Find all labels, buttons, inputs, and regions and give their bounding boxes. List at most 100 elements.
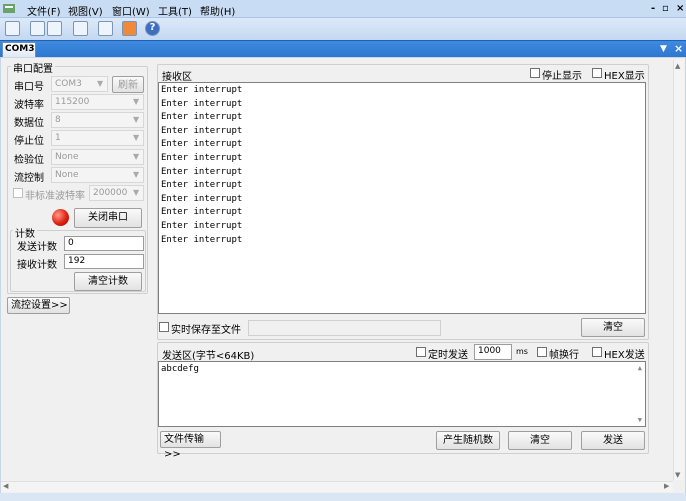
- sent-count-label: 发送计数: [17, 242, 57, 253]
- receive-line: Enter interrupt: [161, 112, 243, 123]
- hex-display-checkbox[interactable]: [592, 68, 602, 78]
- scroll-right-icon[interactable]: ▶: [664, 482, 669, 490]
- nonstd-baud-select[interactable]: 200000 ▼: [89, 185, 144, 201]
- scroll-up-icon[interactable]: ▲: [675, 62, 680, 70]
- serial-config-title: 串口配置: [11, 60, 55, 75]
- tab-com3[interactable]: COM3: [2, 42, 36, 57]
- horizontal-scrollbar[interactable]: [1, 481, 673, 492]
- receive-line: Enter interrupt: [161, 220, 243, 231]
- save-file-path-field[interactable]: [248, 320, 441, 336]
- tab-close-icon[interactable]: ×: [674, 42, 683, 55]
- chevron-down-icon: ▼: [133, 152, 140, 161]
- flow-settings-button[interactable]: 流控设置>>: [7, 297, 70, 314]
- app-icon: [3, 3, 16, 14]
- chevron-down-icon: ▼: [133, 133, 140, 142]
- stop-bits-select[interactable]: 1 ▼: [51, 130, 144, 146]
- flow-value: None: [55, 170, 79, 180]
- receive-line: Enter interrupt: [161, 125, 243, 136]
- receive-line: Enter interrupt: [161, 234, 243, 245]
- upload-icon[interactable]: [122, 21, 137, 36]
- baud-select[interactable]: 115200 ▼: [51, 94, 144, 110]
- chevron-down-icon: ▼: [133, 97, 140, 106]
- send-button[interactable]: 发送: [581, 431, 645, 450]
- restore-button[interactable]: ▫: [662, 3, 669, 14]
- hex-display-label: HEX显示: [604, 71, 645, 82]
- menu-file[interactable]: 文件(F): [27, 3, 61, 18]
- port-select[interactable]: COM3 ▼: [51, 76, 108, 92]
- clear-send-button[interactable]: 清空: [508, 431, 572, 450]
- stop-display-checkbox[interactable]: [530, 68, 540, 78]
- close-port-button[interactable]: 关闭串口: [74, 208, 142, 228]
- refresh-button[interactable]: 刷新: [112, 76, 144, 93]
- tab-dropdown-icon[interactable]: ▼: [660, 44, 667, 54]
- clear-count-button[interactable]: 清空计数: [74, 272, 142, 291]
- parity-label: 检验位: [14, 155, 44, 166]
- nonstd-baud-label: 非标准波特率: [25, 191, 85, 202]
- scroll-left-icon[interactable]: ◀: [3, 482, 8, 490]
- send-textarea[interactable]: abcdefg ▲ ▼: [158, 361, 646, 427]
- timed-send-label: 定时发送: [428, 350, 468, 361]
- new-icon[interactable]: [5, 21, 20, 36]
- chevron-down-icon: ▼: [133, 115, 140, 124]
- timed-send-checkbox[interactable]: [416, 347, 426, 357]
- vertical-scrollbar[interactable]: [673, 60, 684, 480]
- clear-receive-button[interactable]: 清空: [581, 318, 645, 337]
- save-to-file-label: 实时保存至文件: [171, 325, 241, 336]
- tab-bar: COM3 ▼ ×: [0, 40, 686, 57]
- toolbar: ?: [0, 18, 686, 40]
- send-content: abcdefg: [161, 364, 199, 374]
- receive-line: Enter interrupt: [161, 85, 243, 95]
- parity-value: None: [55, 152, 79, 162]
- status-bar: [0, 493, 686, 501]
- hex-send-checkbox[interactable]: [592, 347, 602, 357]
- stop-bits-label: 停止位: [14, 136, 44, 147]
- help-icon[interactable]: ?: [145, 21, 160, 36]
- split-vertical-icon[interactable]: [47, 21, 62, 36]
- file-transfer-button[interactable]: 文件传输>>: [160, 431, 221, 460]
- menu-bar: 文件(F) 视图(V) 窗口(W) 工具(T) 帮助(H) - ▫ ×: [0, 0, 686, 18]
- scroll-down-icon[interactable]: ▼: [638, 416, 642, 424]
- scroll-down-icon[interactable]: ▼: [675, 471, 680, 479]
- parity-select[interactable]: None ▼: [51, 149, 144, 165]
- chevron-down-icon: ▼: [133, 170, 140, 179]
- save-to-file-checkbox[interactable]: [159, 322, 169, 332]
- flow-label: 流控制: [14, 173, 44, 184]
- menu-tools[interactable]: 工具(T): [158, 3, 192, 18]
- send-title: 发送区(字节<64KB): [162, 351, 255, 362]
- receive-textarea[interactable]: Enter interrupt Enter interrupt Enter inte…: [158, 82, 646, 314]
- newline-label: 帧换行: [549, 350, 579, 361]
- tile-icon[interactable]: [98, 21, 113, 36]
- receive-line: Enter interrupt: [161, 139, 243, 150]
- stop-display-label: 停止显示: [542, 71, 582, 82]
- baud-value: 115200: [55, 97, 90, 107]
- data-bits-select[interactable]: 8 ▼: [51, 112, 144, 128]
- scroll-up-icon[interactable]: ▲: [638, 364, 642, 372]
- sent-count-field: 0: [64, 236, 144, 251]
- stop-bits-value: 1: [55, 133, 61, 143]
- split-horizontal-icon[interactable]: [30, 21, 45, 36]
- minimize-button[interactable]: -: [651, 3, 655, 14]
- receive-line: Enter interrupt: [161, 166, 243, 177]
- newline-checkbox[interactable]: [537, 347, 547, 357]
- menu-view[interactable]: 视图(V): [68, 3, 103, 18]
- baud-label: 波特率: [14, 100, 44, 111]
- receive-line: Enter interrupt: [161, 207, 243, 218]
- hex-send-label: HEX发送: [604, 350, 645, 361]
- port-label: 串口号: [14, 82, 44, 93]
- close-button[interactable]: ×: [676, 3, 684, 14]
- recv-count-field: 192: [64, 254, 144, 269]
- menu-help[interactable]: 帮助(H): [200, 3, 235, 18]
- menu-window[interactable]: 窗口(W): [112, 3, 150, 18]
- recv-count-label: 接收计数: [17, 260, 57, 271]
- receive-line: Enter interrupt: [161, 180, 243, 191]
- receive-title: 接收区: [162, 72, 192, 83]
- random-button[interactable]: 产生随机数: [436, 431, 500, 450]
- chevron-down-icon: ▼: [97, 79, 104, 88]
- nonstd-baud-checkbox[interactable]: [13, 188, 23, 198]
- flow-select[interactable]: None ▼: [51, 167, 144, 183]
- port-value: COM3: [55, 79, 82, 89]
- data-bits-label: 数据位: [14, 118, 44, 129]
- interval-field[interactable]: 1000: [474, 344, 512, 360]
- receive-lines: Enter interrupt Enter interrupt Enter inte…: [159, 83, 645, 247]
- calculator-icon[interactable]: [73, 21, 88, 36]
